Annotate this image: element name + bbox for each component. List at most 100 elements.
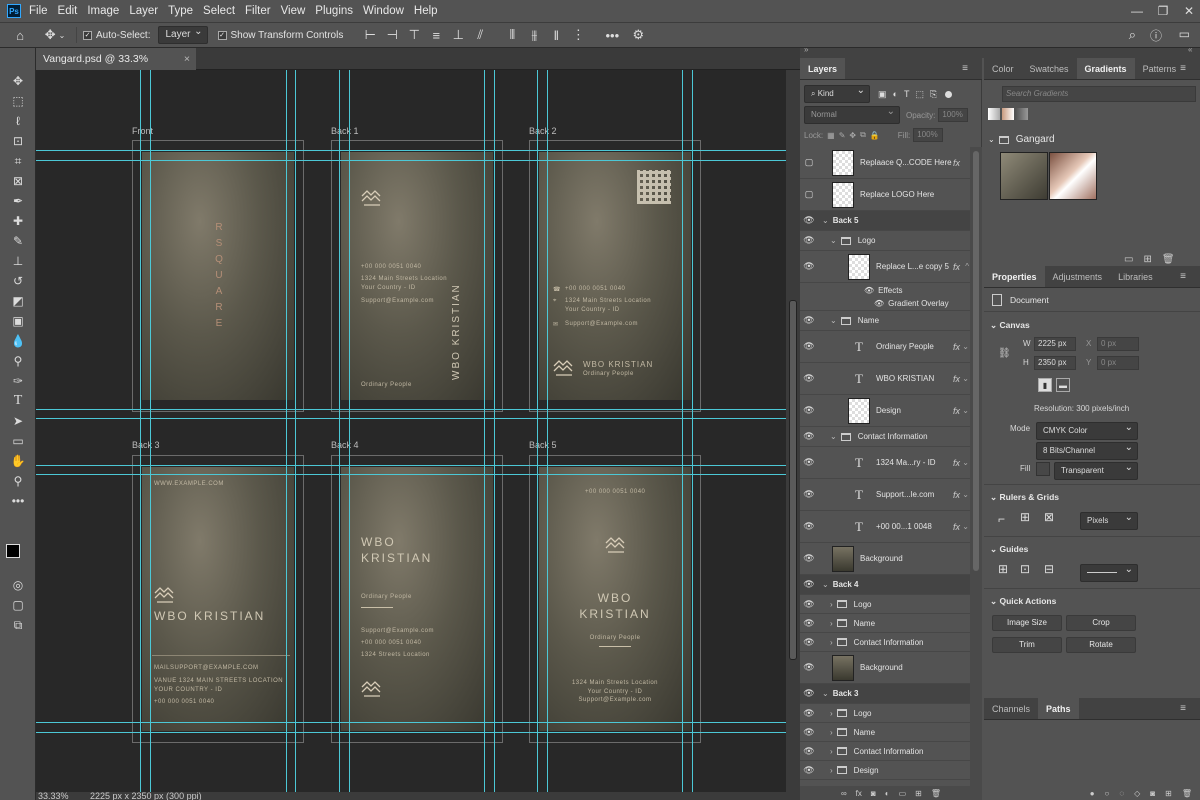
- eye-icon[interactable]: 👁: [800, 727, 818, 738]
- layer-row[interactable]: 👁 Replace L...e copy 5 fx ^: [800, 251, 970, 283]
- grid-icon[interactable]: ⊞: [1020, 510, 1030, 524]
- link-layers-icon[interactable]: ∞: [841, 789, 847, 798]
- eye-icon[interactable]: 👁: [800, 431, 818, 442]
- lock-image-icon[interactable]: ✎: [839, 131, 846, 140]
- more-options-icon[interactable]: •••: [599, 28, 625, 43]
- guide-vertical[interactable]: [682, 70, 683, 792]
- guide-horizontal[interactable]: [36, 474, 800, 475]
- group-row[interactable]: 👁 › Contact Information: [800, 742, 970, 761]
- layer-row[interactable]: 👁 T 1324 Ma...ry - ID fx ⌄: [800, 447, 970, 479]
- eraser-tool-icon[interactable]: ◩: [9, 292, 27, 310]
- filter-toggle-icon[interactable]: [945, 90, 953, 98]
- eye-icon[interactable]: 👁: [874, 299, 884, 308]
- group-row[interactable]: 👁 ⌄ Contact Information: [800, 427, 970, 447]
- visibility-toggle[interactable]: ▢: [800, 157, 818, 168]
- eye-icon[interactable]: 👁: [800, 618, 818, 629]
- tab-channels[interactable]: Channels: [984, 698, 1038, 719]
- eye-icon[interactable]: 👁: [800, 261, 818, 272]
- artboard-icon[interactable]: ⧉: [9, 616, 27, 634]
- expand-chevron-icon[interactable]: ›: [830, 728, 833, 737]
- align-center-icon[interactable]: ⊣: [381, 27, 403, 43]
- show-transform-checkbox[interactable]: ✓: [217, 30, 227, 40]
- type-tool-icon[interactable]: T: [9, 392, 27, 410]
- expand-chevron-icon[interactable]: ⌄: [822, 689, 829, 698]
- gradient-swatch[interactable]: [1002, 108, 1014, 120]
- menu-plugins[interactable]: Plugins: [315, 5, 353, 17]
- y-field[interactable]: 0 px: [1097, 356, 1139, 370]
- guide-vertical[interactable]: [150, 70, 151, 792]
- fx-icon[interactable]: fx: [953, 262, 960, 272]
- healing-brush-icon[interactable]: ✚: [9, 212, 27, 230]
- eye-icon[interactable]: 👁: [800, 708, 818, 719]
- panel-menu-icon[interactable]: ≡: [1172, 698, 1194, 720]
- lock-all-icon[interactable]: 🔒: [870, 131, 880, 140]
- add-mask-icon[interactable]: ◙: [871, 789, 876, 798]
- collapse-icon[interactable]: «: [1188, 45, 1192, 54]
- x-field[interactable]: 0 px: [1097, 337, 1139, 351]
- tab-libraries[interactable]: Libraries: [1110, 266, 1161, 287]
- lock-transparent-icon[interactable]: ▦: [827, 131, 835, 140]
- ruler-icon[interactable]: ⌐: [998, 512, 1005, 526]
- tab-swatches[interactable]: Swatches: [1022, 58, 1077, 79]
- stroke-path-icon[interactable]: ○: [1105, 789, 1110, 798]
- tab-color[interactable]: Color: [984, 58, 1022, 79]
- layer-row[interactable]: 👁 Background: [800, 652, 970, 684]
- guide-vertical[interactable]: [295, 70, 296, 792]
- fill-field[interactable]: 100%: [913, 128, 944, 142]
- group-row[interactable]: 👁 ⌄ Logo: [800, 231, 970, 251]
- visibility-toggle[interactable]: ▢: [800, 189, 818, 200]
- effect-row[interactable]: 👁 Gradient Overlay: [800, 297, 970, 311]
- guide-horizontal[interactable]: [36, 732, 800, 733]
- guides-section-header[interactable]: ⌄ Guides: [990, 544, 1200, 555]
- layer-row[interactable]: 👁 Background: [800, 543, 970, 575]
- fill-swatch[interactable]: [1036, 462, 1050, 476]
- help-icon[interactable]: ⓘ: [1150, 27, 1162, 44]
- panel-menu-icon[interactable]: ≡: [954, 58, 976, 80]
- guide-vertical[interactable]: [494, 70, 495, 792]
- menu-type[interactable]: Type: [168, 5, 193, 17]
- brush-tool-icon[interactable]: ✎: [9, 232, 27, 250]
- zoom-level[interactable]: 33.33%: [38, 792, 69, 800]
- expand-chevron-icon[interactable]: ›: [830, 638, 833, 647]
- expand-chevron-icon[interactable]: ⌄: [822, 216, 829, 225]
- expand-chevron-icon[interactable]: ›: [830, 766, 833, 775]
- trim-button[interactable]: Trim: [992, 637, 1062, 653]
- move-tool-icon[interactable]: ✥: [9, 72, 27, 90]
- guides-from-shape-icon[interactable]: ⊟: [1044, 562, 1054, 576]
- expand-chevron-icon[interactable]: ⌄: [830, 316, 837, 325]
- panel-menu-icon[interactable]: ≡: [1172, 266, 1194, 288]
- gradient-swatch[interactable]: [988, 108, 1000, 120]
- guide-style-dropdown[interactable]: [1080, 562, 1138, 582]
- eye-icon[interactable]: 👁: [800, 341, 818, 352]
- gradient-swatch[interactable]: [1016, 108, 1028, 120]
- chevron-down-icon[interactable]: ⌄: [962, 490, 969, 499]
- auto-select-checkbox[interactable]: ✓: [83, 30, 92, 40]
- artboard-row[interactable]: 👁 ⌄ Back 5: [800, 211, 970, 231]
- menu-image[interactable]: Image: [87, 5, 119, 17]
- minimize-icon[interactable]: —: [1126, 0, 1148, 22]
- hand-tool-icon[interactable]: ✋: [9, 452, 27, 470]
- blur-tool-icon[interactable]: 💧: [9, 332, 27, 350]
- fx-icon[interactable]: fx: [953, 342, 960, 352]
- workspace-icon[interactable]: ▭: [1179, 27, 1190, 41]
- eye-icon[interactable]: 👁: [864, 286, 874, 295]
- expand-chevron-icon[interactable]: ⌄: [822, 580, 829, 589]
- lock-guides-icon[interactable]: ⊡: [1020, 562, 1030, 576]
- layer-row[interactable]: 👁 T Ordinary People fx ⌄: [800, 331, 970, 363]
- tab-adjustments[interactable]: Adjustments: [1045, 266, 1111, 287]
- fill-path-icon[interactable]: ●: [1090, 789, 1095, 798]
- new-gradient-icon[interactable]: ⊞: [1143, 254, 1151, 265]
- tab-properties[interactable]: Properties: [984, 266, 1045, 287]
- units-dropdown[interactable]: Pixels: [1080, 510, 1138, 530]
- new-path-icon[interactable]: ⊞: [1165, 789, 1172, 798]
- chevron-up-icon[interactable]: ^: [965, 262, 969, 271]
- expand-chevron-icon[interactable]: ›: [830, 747, 833, 756]
- artboard-label-back3[interactable]: Back 3: [132, 440, 160, 450]
- group-row[interactable]: 👁 › Contact Information: [800, 633, 970, 652]
- screen-mode-icon[interactable]: ▢: [9, 596, 27, 614]
- guide-horizontal[interactable]: [36, 722, 800, 723]
- color-mode-dropdown[interactable]: CMYK Color: [1036, 420, 1138, 440]
- eye-icon[interactable]: 👁: [800, 662, 818, 673]
- lasso-tool-icon[interactable]: ℓ: [9, 112, 27, 130]
- quick-mask-icon[interactable]: ◎: [9, 576, 27, 594]
